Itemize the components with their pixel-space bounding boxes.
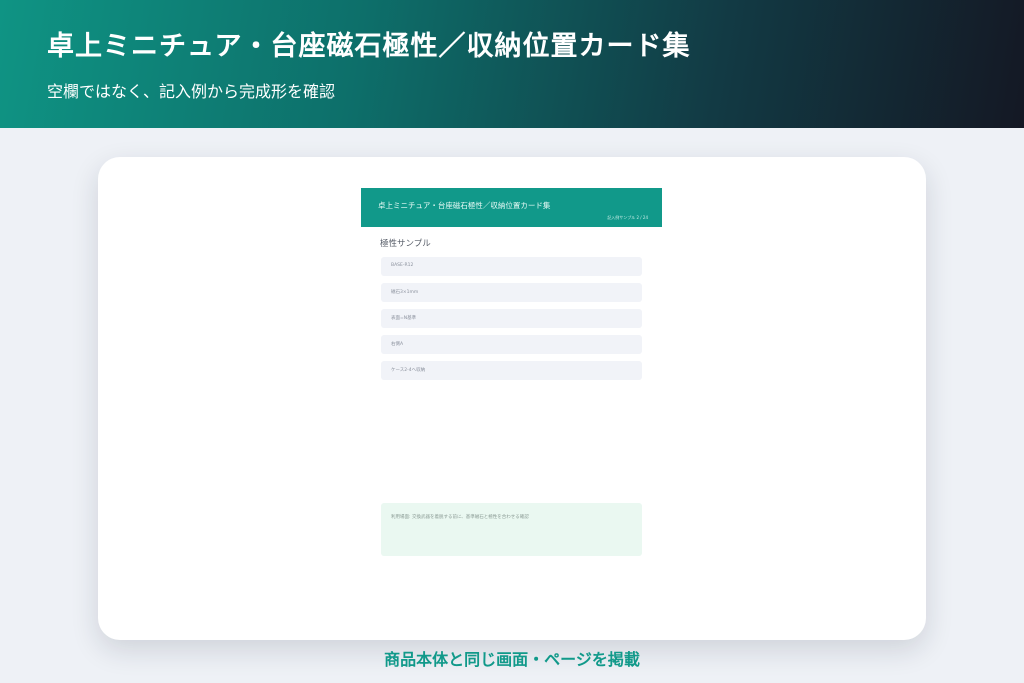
field-polarity: 表面=N基準 [381, 309, 642, 328]
field-side: 右側A [381, 335, 642, 354]
footer-caption: 商品本体と同じ画面・ページを掲載 [384, 650, 640, 669]
page-title: 卓上ミニチュア・台座磁石極性／収納位置カード集 [47, 31, 691, 62]
page-subtitle: 空欄ではなく、記入例から完成形を確認 [47, 82, 336, 101]
document-header: 卓上ミニチュア・台座磁石極性／収納位置カード集 記入例サンプル 2 / 24 [361, 188, 662, 227]
section-label: 極性サンプル [380, 239, 431, 249]
usage-note: 利用場面: 交換武器を着脱する前に、基準磁石と極性を合わせる確認 [381, 503, 642, 556]
document-subtitle: 記入例サンプル 2 / 24 [607, 215, 648, 220]
document-title: 卓上ミニチュア・台座磁石極性／収納位置カード集 [378, 201, 551, 210]
preview-card: 卓上ミニチュア・台座磁石極性／収納位置カード集 記入例サンプル 2 / 24 極… [98, 157, 926, 640]
field-storage: ケース2-4へ収納 [381, 361, 642, 380]
field-base-id: BASE-R12 [381, 257, 642, 276]
sample-document: 卓上ミニチュア・台座磁石極性／収納位置カード集 記入例サンプル 2 / 24 極… [361, 188, 662, 608]
page-header: 卓上ミニチュア・台座磁石極性／収納位置カード集 空欄ではなく、記入例から完成形を… [0, 0, 1024, 128]
field-magnet-size: 磁石3×1mm [381, 283, 642, 302]
